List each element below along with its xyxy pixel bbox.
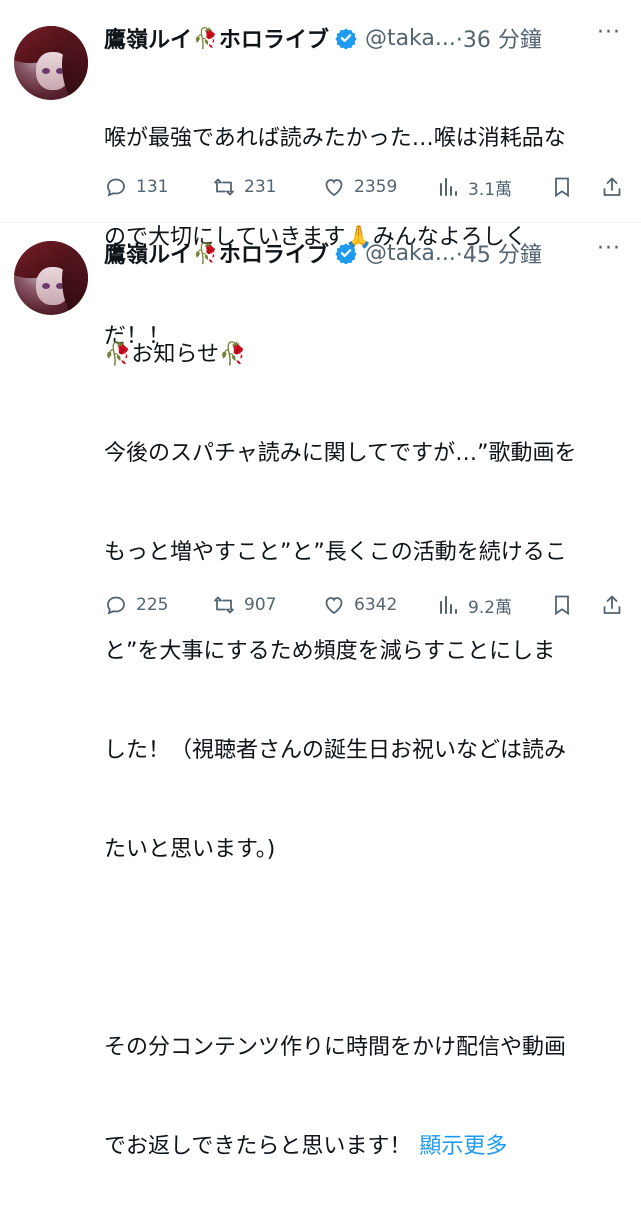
tweet-text-line: その分コンテンツ作りに時間をかけ配信や動画	[104, 1035, 567, 1060]
reply-button[interactable]: 225	[104, 593, 168, 617]
views-button[interactable]: 9.2萬	[436, 593, 512, 618]
reply-count: 225	[136, 595, 169, 615]
share-button[interactable]	[600, 593, 624, 617]
tweet-divider	[0, 222, 641, 223]
views-bar-chart-icon	[440, 596, 457, 614]
tweet-text-line: 喉が最強であれば読みたかった…喉は消耗品な	[104, 126, 566, 151]
like-count: 2359	[354, 177, 398, 197]
tweet-text-segment: でお返しできたらと思います！	[104, 1134, 412, 1159]
bookmark-icon	[555, 595, 569, 616]
display-name-suffix[interactable]: ホロライブ	[219, 237, 329, 269]
tweet-header: 鷹嶺ルイ 🥀 ホロライブ @taka... ·45 分鐘	[104, 233, 542, 273]
bookmark-button[interactable]	[550, 593, 574, 617]
reply-icon	[107, 178, 125, 197]
wilted-rose-icon: 🥀	[193, 241, 218, 265]
heart-icon	[325, 179, 343, 197]
reply-count: 131	[136, 177, 169, 197]
bookmark-icon	[555, 177, 569, 198]
retweet-icon	[214, 178, 234, 196]
tweet-header: 鷹嶺ルイ 🥀 ホロライブ @taka... ·36 分鐘	[104, 18, 542, 58]
tweet-text-line-last: でお返しできたらと思います！ 顯示更多	[104, 1130, 624, 1163]
avatar[interactable]	[14, 241, 88, 315]
view-count: 9.2萬	[468, 597, 513, 618]
bookmark-button[interactable]	[550, 175, 574, 199]
verified-badge-icon	[335, 243, 357, 264]
tweet-text-line: 今後のスパチャ読みに関してですが…”歌動画を	[104, 441, 577, 466]
share-icon	[603, 595, 621, 614]
views-bar-chart-icon	[440, 178, 457, 196]
avatar[interactable]	[14, 26, 88, 100]
timestamp[interactable]: ·36 分鐘	[456, 22, 542, 54]
display-name-suffix[interactable]: ホロライブ	[219, 22, 329, 54]
retweet-button[interactable]: 231	[212, 175, 276, 199]
tweet-text: 🥀お知らせ🥀 今後のスパチャ読みに関してですが…”歌動画を もっと増やすこと”と…	[104, 272, 624, 1229]
tweet-text-line: もっと増やすこと”と”長くこの活動を続けるこ	[104, 540, 567, 565]
retweet-icon	[214, 596, 234, 614]
like-button[interactable]: 6342	[322, 593, 397, 617]
tweet-text-line: たいと思います。)	[104, 837, 276, 862]
views-button[interactable]: 3.1萬	[436, 175, 512, 200]
more-options-icon[interactable]: ···	[597, 20, 621, 45]
like-button[interactable]: 2359	[322, 175, 397, 199]
heart-icon	[325, 597, 343, 615]
tweet-text-line: と”を大事にするため頻度を減らすことにしま	[104, 639, 556, 664]
verified-badge-icon	[335, 28, 357, 49]
display-name[interactable]: 鷹嶺ルイ	[104, 22, 192, 54]
share-icon	[603, 177, 621, 196]
handle[interactable]: @taka...	[365, 241, 456, 266]
tweet-actions: 225 907 6342 9.2萬	[104, 590, 624, 620]
display-name[interactable]: 鷹嶺ルイ	[104, 237, 192, 269]
reply-button[interactable]: 131	[104, 175, 168, 199]
timestamp[interactable]: ·45 分鐘	[456, 237, 542, 269]
retweet-count: 907	[244, 595, 277, 615]
tweet-actions: 131 231 2359 3.1萬	[104, 172, 624, 202]
tweet-text-line: した！（視聴者さんの誕生日お祝いなどは読み	[104, 738, 567, 763]
retweet-count: 231	[244, 177, 277, 197]
notice-heading: 🥀お知らせ🥀	[104, 342, 247, 367]
retweet-button[interactable]: 907	[212, 593, 276, 617]
show-more-link[interactable]: 顯示更多	[419, 1134, 507, 1159]
view-count: 3.1萬	[468, 179, 513, 200]
handle[interactable]: @taka...	[365, 26, 456, 51]
share-button[interactable]	[600, 175, 624, 199]
reply-icon	[107, 596, 125, 615]
like-count: 6342	[354, 595, 398, 615]
wilted-rose-icon: 🥀	[193, 26, 218, 50]
more-options-icon[interactable]: ···	[597, 236, 621, 261]
